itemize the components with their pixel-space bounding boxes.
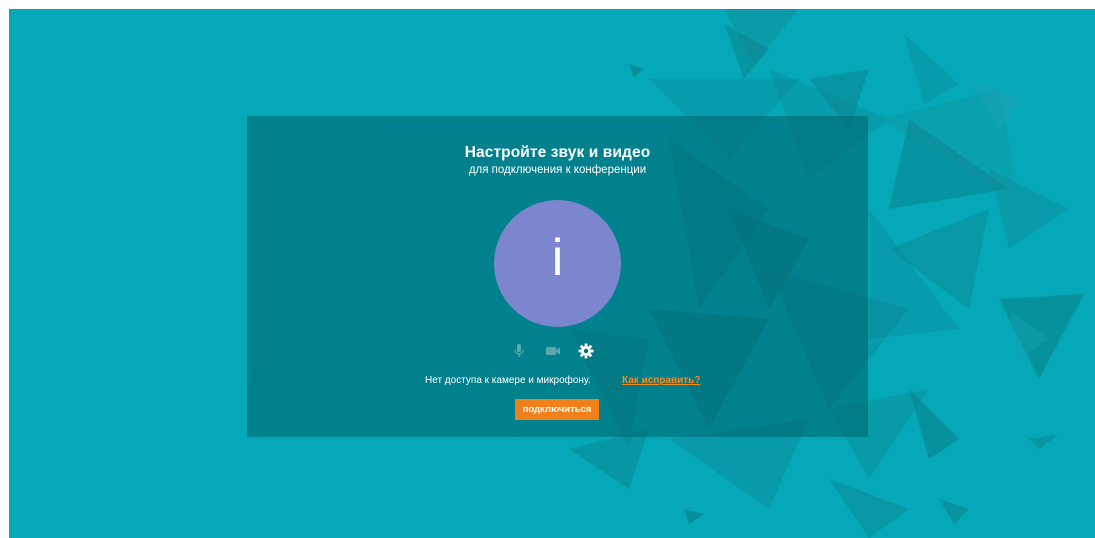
connect-button[interactable]: подключиться: [515, 399, 599, 420]
gear-icon[interactable]: [578, 343, 594, 359]
microphone-icon[interactable]: [511, 343, 527, 359]
device-status-row: Нет доступа к камере и микрофону. Как ис…: [247, 375, 868, 389]
device-controls: [247, 343, 868, 359]
setup-title: Настройте звук и видео: [464, 144, 651, 161]
device-setup-panel: Настройте звук и видео для подключения к…: [247, 116, 868, 437]
conference-background: Настройте звук и видео для подключения к…: [9, 9, 1095, 538]
camera-icon[interactable]: [545, 343, 561, 359]
avatar: i: [494, 200, 621, 327]
device-access-status: Нет доступа к камере и микрофону.: [425, 375, 591, 386]
setup-subtitle: для подключения к конференции: [468, 164, 647, 176]
how-to-fix-link[interactable]: Как исправить?: [622, 375, 700, 386]
avatar-letter: i: [551, 229, 564, 287]
